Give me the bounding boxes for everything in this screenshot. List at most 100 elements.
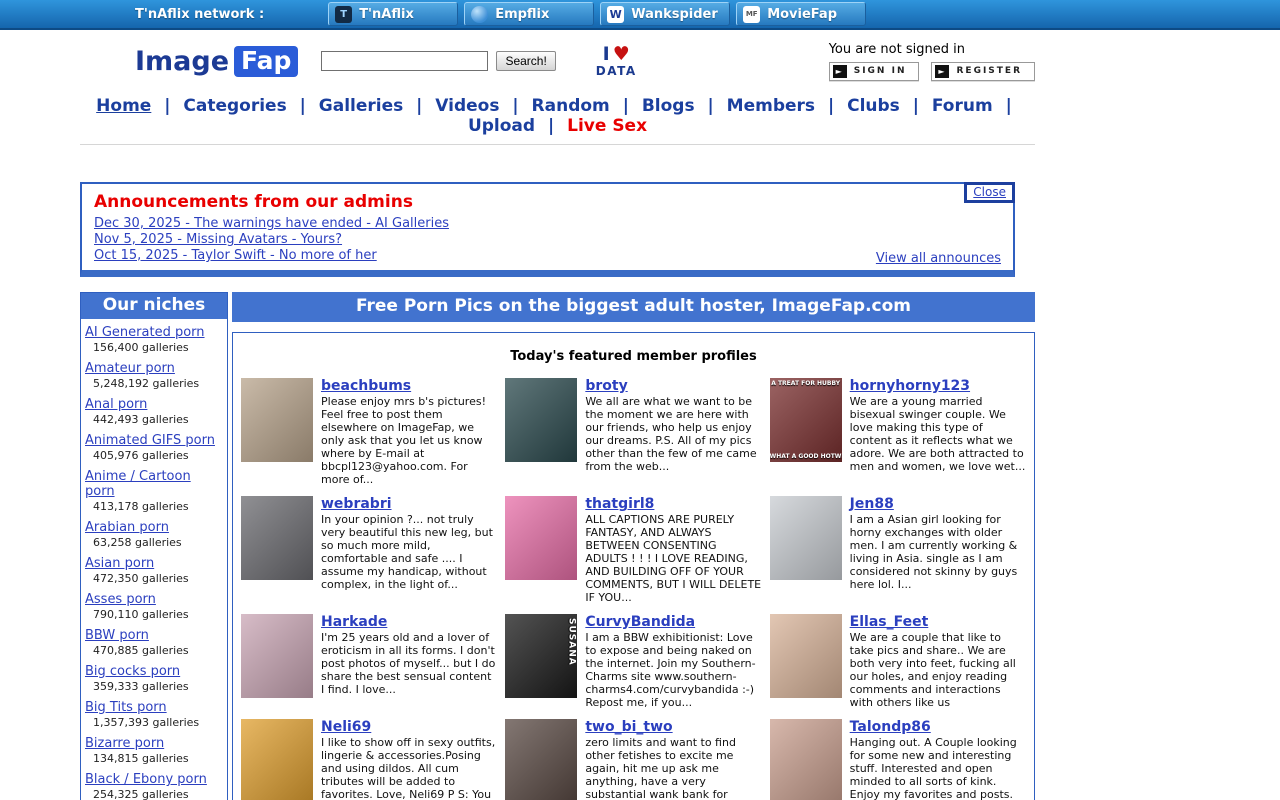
profiles-grid: beachbums Please enjoy mrs b's pictures!… [241,378,1026,800]
niche-gallery-count: 442,493 galleries [93,413,223,426]
profile-username-link[interactable]: Ellas_Feet [850,614,929,630]
member-profile-card: beachbums Please enjoy mrs b's pictures!… [241,378,497,486]
network-site-button[interactable]: W Wankspider [600,2,730,26]
niche-link[interactable]: Animated GIFS porn [85,433,215,448]
nav-link[interactable]: Home [96,96,151,116]
network-site-icon [471,6,488,23]
ild-data-text: DATA [596,65,637,77]
niche-link[interactable]: Black / Ebony porn [85,772,207,787]
niche-item: AI Generated porn 156,400 galleries [85,325,223,354]
nav-link[interactable]: Blogs [642,96,695,116]
sign-in-button[interactable]: ► SIGN IN [829,62,920,81]
register-label: REGISTER [956,66,1022,76]
nav-separator: | [505,96,525,116]
network-site-button[interactable]: MF MovieFap [736,2,866,26]
profile-username-link[interactable]: thatgirl8 [585,496,654,512]
niche-link[interactable]: Big Tits porn [85,700,167,715]
logo-text-fap: Fap [234,46,298,77]
network-site-label: T'nAflix [359,7,414,22]
niche-gallery-count: 5,248,192 galleries [93,377,223,390]
network-site-button[interactable]: Empflix [464,2,594,26]
profile-thumbnail[interactable] [770,496,842,580]
niche-gallery-count: 359,333 galleries [93,680,223,693]
profile-thumbnail[interactable] [505,496,577,580]
niche-link[interactable]: Asian porn [85,556,154,571]
profile-username-link[interactable]: Talondp86 [850,719,931,735]
profile-username-link[interactable]: Jen88 [850,496,894,512]
profile-thumbnail[interactable] [241,614,313,698]
thumbnail-caption-bottom: What a good hotwife [770,453,842,460]
nav-link[interactable]: Members [727,96,815,116]
nav-link[interactable]: Upload [468,116,535,136]
imagefap-logo[interactable]: Image Fap [135,46,298,77]
network-bar-label: T'nAflix network : [135,7,264,22]
niche-item: Animated GIFS porn 405,976 galleries [85,433,223,462]
view-all-announces-link[interactable]: View all announces [876,251,1001,266]
niche-link[interactable]: Arabian porn [85,520,169,535]
member-profile-card: Harkade I'm 25 years old and a lover of … [241,614,497,709]
close-button[interactable]: Close [964,182,1015,203]
nav-link[interactable]: Categories [183,96,286,116]
profile-thumbnail[interactable]: A treat for hubby What a good hotwife [770,378,842,462]
niche-link[interactable]: BBW porn [85,628,149,643]
announcement-link[interactable]: Nov 5, 2025 - Missing Avatars - Yours? [94,232,342,248]
niche-item: Big cocks porn 359,333 galleries [85,664,223,693]
profile-description: zero limits and want to find other fetis… [585,736,761,800]
nav-separator: | [821,96,841,116]
niche-item: Big Tits porn 1,357,393 galleries [85,700,223,729]
search-input[interactable] [321,51,488,71]
profile-username-link[interactable]: two_bi_two [585,719,672,735]
profile-thumbnail[interactable] [770,614,842,698]
nav-link[interactable]: Live Sex [567,116,647,136]
nav-link[interactable]: Random [532,96,610,116]
nav-link[interactable]: Clubs [847,96,900,116]
member-profile-card: broty We all are what we want to be the … [505,378,761,486]
profile-info: CurvyBandida I am a BBW exhibitionist: L… [585,614,761,709]
niche-list: AI Generated porn 156,400 galleries Amat… [81,319,227,800]
sign-in-label: SIGN IN [854,66,907,76]
main-banner: Free Porn Pics on the biggest adult host… [232,292,1035,322]
niche-item: BBW porn 470,885 galleries [85,628,223,657]
member-profile-card: webrabri In your opinion ?... not truly … [241,496,497,604]
profile-thumbnail[interactable] [241,496,313,580]
profile-thumbnail[interactable] [770,719,842,800]
niche-item: Bizarre porn 134,815 galleries [85,736,223,765]
profile-username-link[interactable]: hornyhorny123 [850,378,970,394]
profile-thumbnail[interactable] [241,719,313,800]
profile-username-link[interactable]: webrabri [321,496,392,512]
nav-link[interactable]: Galleries [319,96,403,116]
niche-link[interactable]: Big cocks porn [85,664,180,679]
profile-username-link[interactable]: Harkade [321,614,387,630]
network-site-icon: W [607,6,624,23]
profile-username-link[interactable]: Neli69 [321,719,371,735]
profile-thumbnail[interactable] [241,378,313,462]
nav-link[interactable]: Videos [435,96,499,116]
profile-thumbnail[interactable] [505,719,577,800]
profile-info: thatgirl8 ALL CAPTIONS ARE PURELY FANTAS… [585,496,761,604]
profile-username-link[interactable]: broty [585,378,627,394]
register-button[interactable]: ► REGISTER [931,62,1035,81]
niche-item: Arabian porn 63,258 galleries [85,520,223,549]
announcements-title: Announcements from our admins [94,192,1001,212]
announcement-link[interactable]: Oct 15, 2025 - Taylor Swift - No more of… [94,248,377,264]
network-site-button[interactable]: T T'nAflix [328,2,458,26]
niche-link[interactable]: Asses porn [85,592,156,607]
niches-title: Our niches [81,293,227,319]
profile-username-link[interactable]: CurvyBandida [585,614,695,630]
profile-thumbnail[interactable]: SUSANA [505,614,577,698]
niche-link[interactable]: Anal porn [85,397,147,412]
profile-thumbnail[interactable] [505,378,577,462]
announcement-link[interactable]: Dec 30, 2025 - The warnings have ended -… [94,216,449,232]
profile-info: Ellas_Feet We are a couple that like to … [850,614,1026,709]
niche-link[interactable]: Bizarre porn [85,736,164,751]
nav-link[interactable]: Forum [932,96,993,116]
profile-username-link[interactable]: beachbums [321,378,411,394]
i-love-data-logo: I♥ DATA [596,45,637,77]
network-site-buttons: T T'nAflix Empflix W Wankspider MF Movie… [328,2,866,26]
member-profile-card: thatgirl8 ALL CAPTIONS ARE PURELY FANTAS… [505,496,761,604]
niche-link[interactable]: Amateur porn [85,361,175,376]
search-button[interactable]: Search! [496,51,555,71]
niche-gallery-count: 134,815 galleries [93,752,223,765]
niche-link[interactable]: Anime / Cartoon porn [85,469,191,499]
niche-link[interactable]: AI Generated porn [85,325,205,340]
